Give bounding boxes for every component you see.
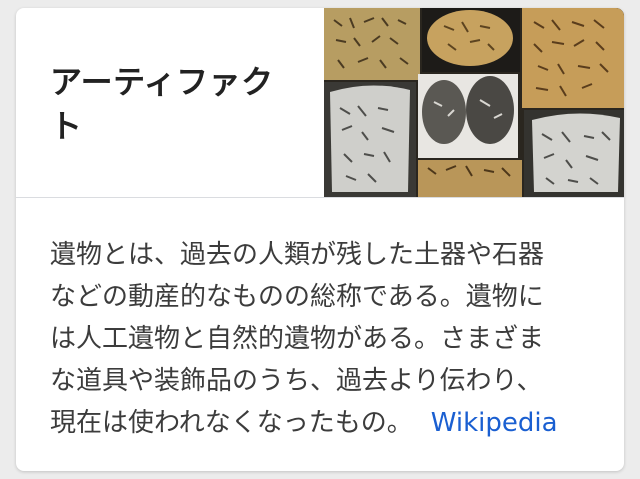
- tablet-image-1[interactable]: [324, 8, 420, 80]
- tablet-image-7[interactable]: [524, 110, 624, 197]
- section-divider: [16, 197, 624, 198]
- tablet-image-2[interactable]: [422, 8, 520, 72]
- tablet-image-6[interactable]: [418, 160, 522, 197]
- entity-title-line-1: アーティファク: [50, 63, 274, 101]
- artifact-image-collage[interactable]: [324, 8, 624, 197]
- knowledge-panel-card: アーティファク ト 遺物とは、過去の人類が残した土器や石器 などの動産的なものの…: [16, 8, 624, 471]
- wikipedia-source-link[interactable]: Wikipedia: [431, 408, 558, 438]
- tablet-image-4[interactable]: [324, 82, 416, 197]
- panel-header: アーティファク ト: [16, 8, 624, 197]
- description-line-3: は人工遺物と自然的遺物がある。さまざま: [50, 324, 545, 354]
- description-line-5-text: 現在は使われなくなったもの。: [50, 408, 413, 438]
- entity-title-line-2: ト: [50, 107, 83, 145]
- description-line-4: な道具や装飾品のうち、過去より伝わり、: [50, 366, 543, 396]
- description-line-2: などの動産的なものの総称である。遺物に: [50, 282, 544, 312]
- entity-title: アーティファク ト: [50, 60, 300, 148]
- entity-description: 遺物とは、過去の人類が残した土器や石器 などの動産的なものの総称である。遺物に …: [50, 234, 590, 444]
- description-line-5: 現在は使われなくなったもの。 Wikipedia: [50, 402, 590, 444]
- tablet-image-3[interactable]: [522, 8, 624, 108]
- description-line-1: 遺物とは、過去の人類が残した土器や石器: [50, 240, 545, 270]
- tablet-image-5[interactable]: [418, 74, 518, 158]
